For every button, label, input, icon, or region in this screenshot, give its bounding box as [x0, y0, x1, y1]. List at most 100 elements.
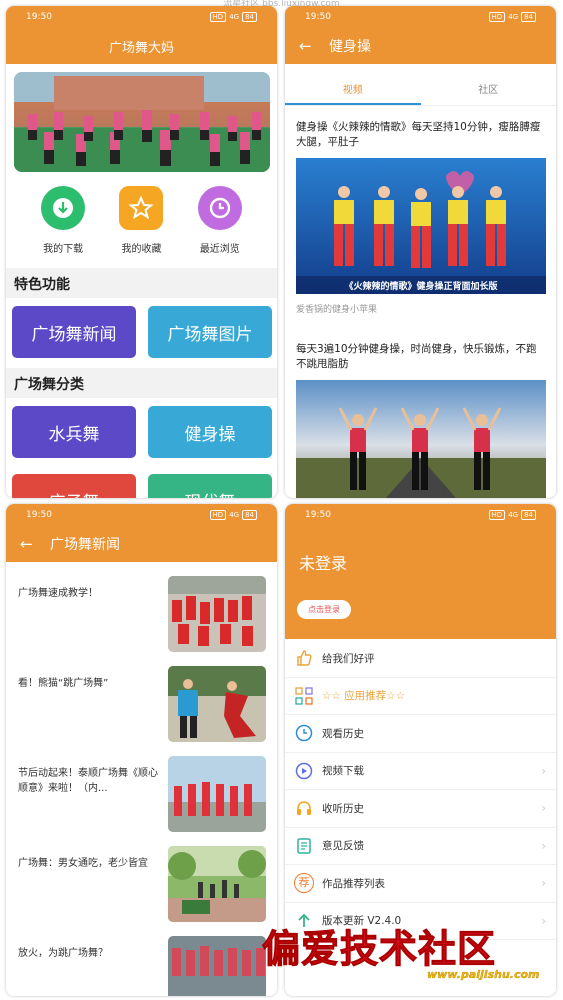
- app-bar: ← 健身操: [285, 28, 556, 64]
- news-item[interactable]: 广场舞速成教学！: [6, 576, 277, 661]
- status-icons: HD 4G 84: [488, 510, 536, 520]
- video-thumbnail[interactable]: 《火辣辣的情歌》健身操正背面加长版: [296, 158, 546, 294]
- category-button[interactable]: 现代舞: [148, 474, 272, 498]
- status-time: 19:50: [305, 12, 331, 22]
- status-bar: 19:50 HD 4G 84: [285, 504, 556, 526]
- status-icons: HD 4G 84: [488, 12, 536, 22]
- watermark-title: 偏爱技术社区: [261, 926, 497, 972]
- chevron-right-icon: ›: [541, 763, 546, 778]
- features-title: 特色功能: [14, 277, 70, 293]
- video-download-icon: [293, 760, 315, 782]
- news-thumbnail: [168, 846, 266, 922]
- settings-menu: 给我们好评 ☆☆ 应用推荐☆☆ 观看历史 视频下载 › 收听历史 › 意见反馈 …: [285, 640, 556, 940]
- battery-icon: 84: [521, 510, 536, 520]
- home-header: 19:50 HD 4G 84 广场舞大妈: [6, 6, 277, 64]
- back-arrow-icon[interactable]: ←: [20, 535, 50, 553]
- news-item[interactable]: 节后动起来！泰顺广场舞《顺心顺意》来啦！（内...: [6, 756, 277, 841]
- page-title: 健身操: [329, 39, 371, 55]
- menu-feedback[interactable]: 意见反馈 ›: [285, 828, 556, 865]
- video-thumbnail-image: [296, 158, 546, 294]
- menu-video-download[interactable]: 视频下载 ›: [285, 753, 556, 790]
- chevron-right-icon: ›: [541, 876, 546, 891]
- news-title: 节后动起来！泰顺广场舞《顺心顺意》来啦！（内...: [18, 768, 158, 794]
- category-button[interactable]: 広子舞: [12, 474, 136, 498]
- network-badge: HD: [488, 510, 506, 520]
- status-bar: 19:50 HD 4G 84: [6, 504, 277, 526]
- page-title: 广场舞新闻: [50, 537, 120, 553]
- categories-title: 广场舞分类: [14, 377, 84, 393]
- clock-icon: [293, 722, 315, 744]
- headphones-icon: [293, 797, 315, 819]
- thumb-icon: [293, 647, 315, 669]
- video-thumbnail[interactable]: [296, 380, 546, 498]
- battery-icon: 84: [242, 12, 257, 22]
- star-icon: [119, 186, 164, 230]
- news-thumbnail: [168, 666, 266, 742]
- category-button[interactable]: 水兵舞: [12, 406, 136, 458]
- quick-actions: 我的下载 我的收藏 最近浏览: [6, 186, 277, 255]
- menu-app-recommend[interactable]: ☆☆ 应用推荐☆☆: [285, 678, 556, 715]
- recommend-badge: 荐: [294, 873, 314, 894]
- home-screen: 19:50 HD 4G 84 广场舞大妈 我的下载 我的收藏 最近浏览 特色功能…: [6, 6, 277, 498]
- menu-label: 视频下载: [322, 765, 364, 778]
- fitness-screen: 19:50 HD 4G 84 ← 健身操 视频 社区 健身操《火辣辣的情歌》每天…: [285, 6, 556, 498]
- back-arrow-icon[interactable]: ←: [299, 37, 329, 55]
- network-badge: HD: [209, 12, 227, 22]
- news-title: 放火，为跳广场舞？: [18, 948, 108, 959]
- video-author: 爱香锅的健身小苹果: [296, 305, 378, 315]
- network-badge: HD: [488, 12, 506, 22]
- news-thumbnail: [168, 576, 266, 652]
- category-button[interactable]: 健身操: [148, 406, 272, 458]
- status-time: 19:50: [26, 510, 52, 520]
- menu-label: 给我们好评: [322, 652, 375, 665]
- signal-icon: 4G: [508, 511, 519, 519]
- menu-recommend-list[interactable]: 荐 作品推荐列表 ›: [285, 865, 556, 903]
- battery-icon: 84: [242, 510, 257, 520]
- menu-rate-us[interactable]: 给我们好评: [285, 640, 556, 678]
- news-thumbnail: [168, 936, 266, 996]
- news-thumbnail: [168, 756, 266, 832]
- news-item[interactable]: 广场舞：男女通吃，老少皆宜: [6, 846, 277, 931]
- menu-listen-history[interactable]: 收听历史 ›: [285, 790, 556, 828]
- tab-bar: 视频 社区: [285, 76, 556, 106]
- feature-news-button[interactable]: 广场舞新闻: [12, 306, 136, 358]
- menu-watch-history[interactable]: 观看历史: [285, 715, 556, 753]
- video-title[interactable]: 健身操《火辣辣的情歌》每天坚持10分钟，瘦胳膊瘦大腿，平肚子: [296, 120, 546, 150]
- app-bar: ← 广场舞新闻: [6, 526, 277, 562]
- quick-my-favorites[interactable]: 我的收藏: [106, 186, 176, 255]
- news-item[interactable]: 看！熊猫“跳广场舞”: [6, 666, 277, 751]
- chevron-right-icon: ›: [541, 801, 546, 816]
- watermark-url: www.paijishu.com: [427, 968, 540, 981]
- battery-icon: 84: [521, 12, 536, 22]
- quick-label: 最近浏览: [199, 244, 240, 255]
- status-icons: HD 4G 84: [209, 12, 257, 22]
- status-bar: 19:50 HD 4G 84: [6, 6, 277, 28]
- profile-header: 19:50 HD 4G 84 未登录 点击登录: [285, 504, 556, 639]
- site-watermark: 偏爱技术社区 www.paijishu.com: [261, 918, 562, 994]
- network-badge: HD: [209, 510, 227, 520]
- news-title: 看！熊猫“跳广场舞”: [18, 678, 109, 689]
- download-icon: [41, 186, 86, 230]
- signal-icon: 4G: [508, 13, 519, 21]
- fitness-header: 19:50 HD 4G 84 ← 健身操: [285, 6, 556, 64]
- quick-my-downloads[interactable]: 我的下载: [28, 186, 98, 255]
- quick-recent-browse[interactable]: 最近浏览: [185, 186, 255, 255]
- recommend-icon: 荐: [293, 872, 315, 894]
- tab-community[interactable]: 社区: [421, 76, 557, 105]
- news-title: 广场舞速成教学！: [18, 588, 98, 599]
- feedback-icon: [293, 835, 315, 857]
- login-status: 未登录: [299, 554, 348, 573]
- status-icons: HD 4G 84: [209, 510, 257, 520]
- page-title: 广场舞大妈: [108, 40, 174, 56]
- video-title[interactable]: 每天3遍10分钟健身操，时尚健身，快乐锻炼，不跑不跳甩脂肪: [296, 342, 546, 372]
- home-banner-image[interactable]: [14, 72, 270, 172]
- chevron-right-icon: ›: [541, 838, 546, 853]
- menu-label: 意见反馈: [322, 840, 364, 853]
- signal-icon: 4G: [229, 511, 240, 519]
- apps-icon: [293, 685, 315, 707]
- feature-pictures-button[interactable]: 广场舞图片: [148, 306, 272, 358]
- tab-videos[interactable]: 视频: [285, 76, 421, 105]
- login-button[interactable]: 点击登录: [297, 600, 351, 619]
- news-item[interactable]: 放火，为跳广场舞？: [6, 936, 277, 996]
- video-thumbnail-image: [296, 380, 546, 498]
